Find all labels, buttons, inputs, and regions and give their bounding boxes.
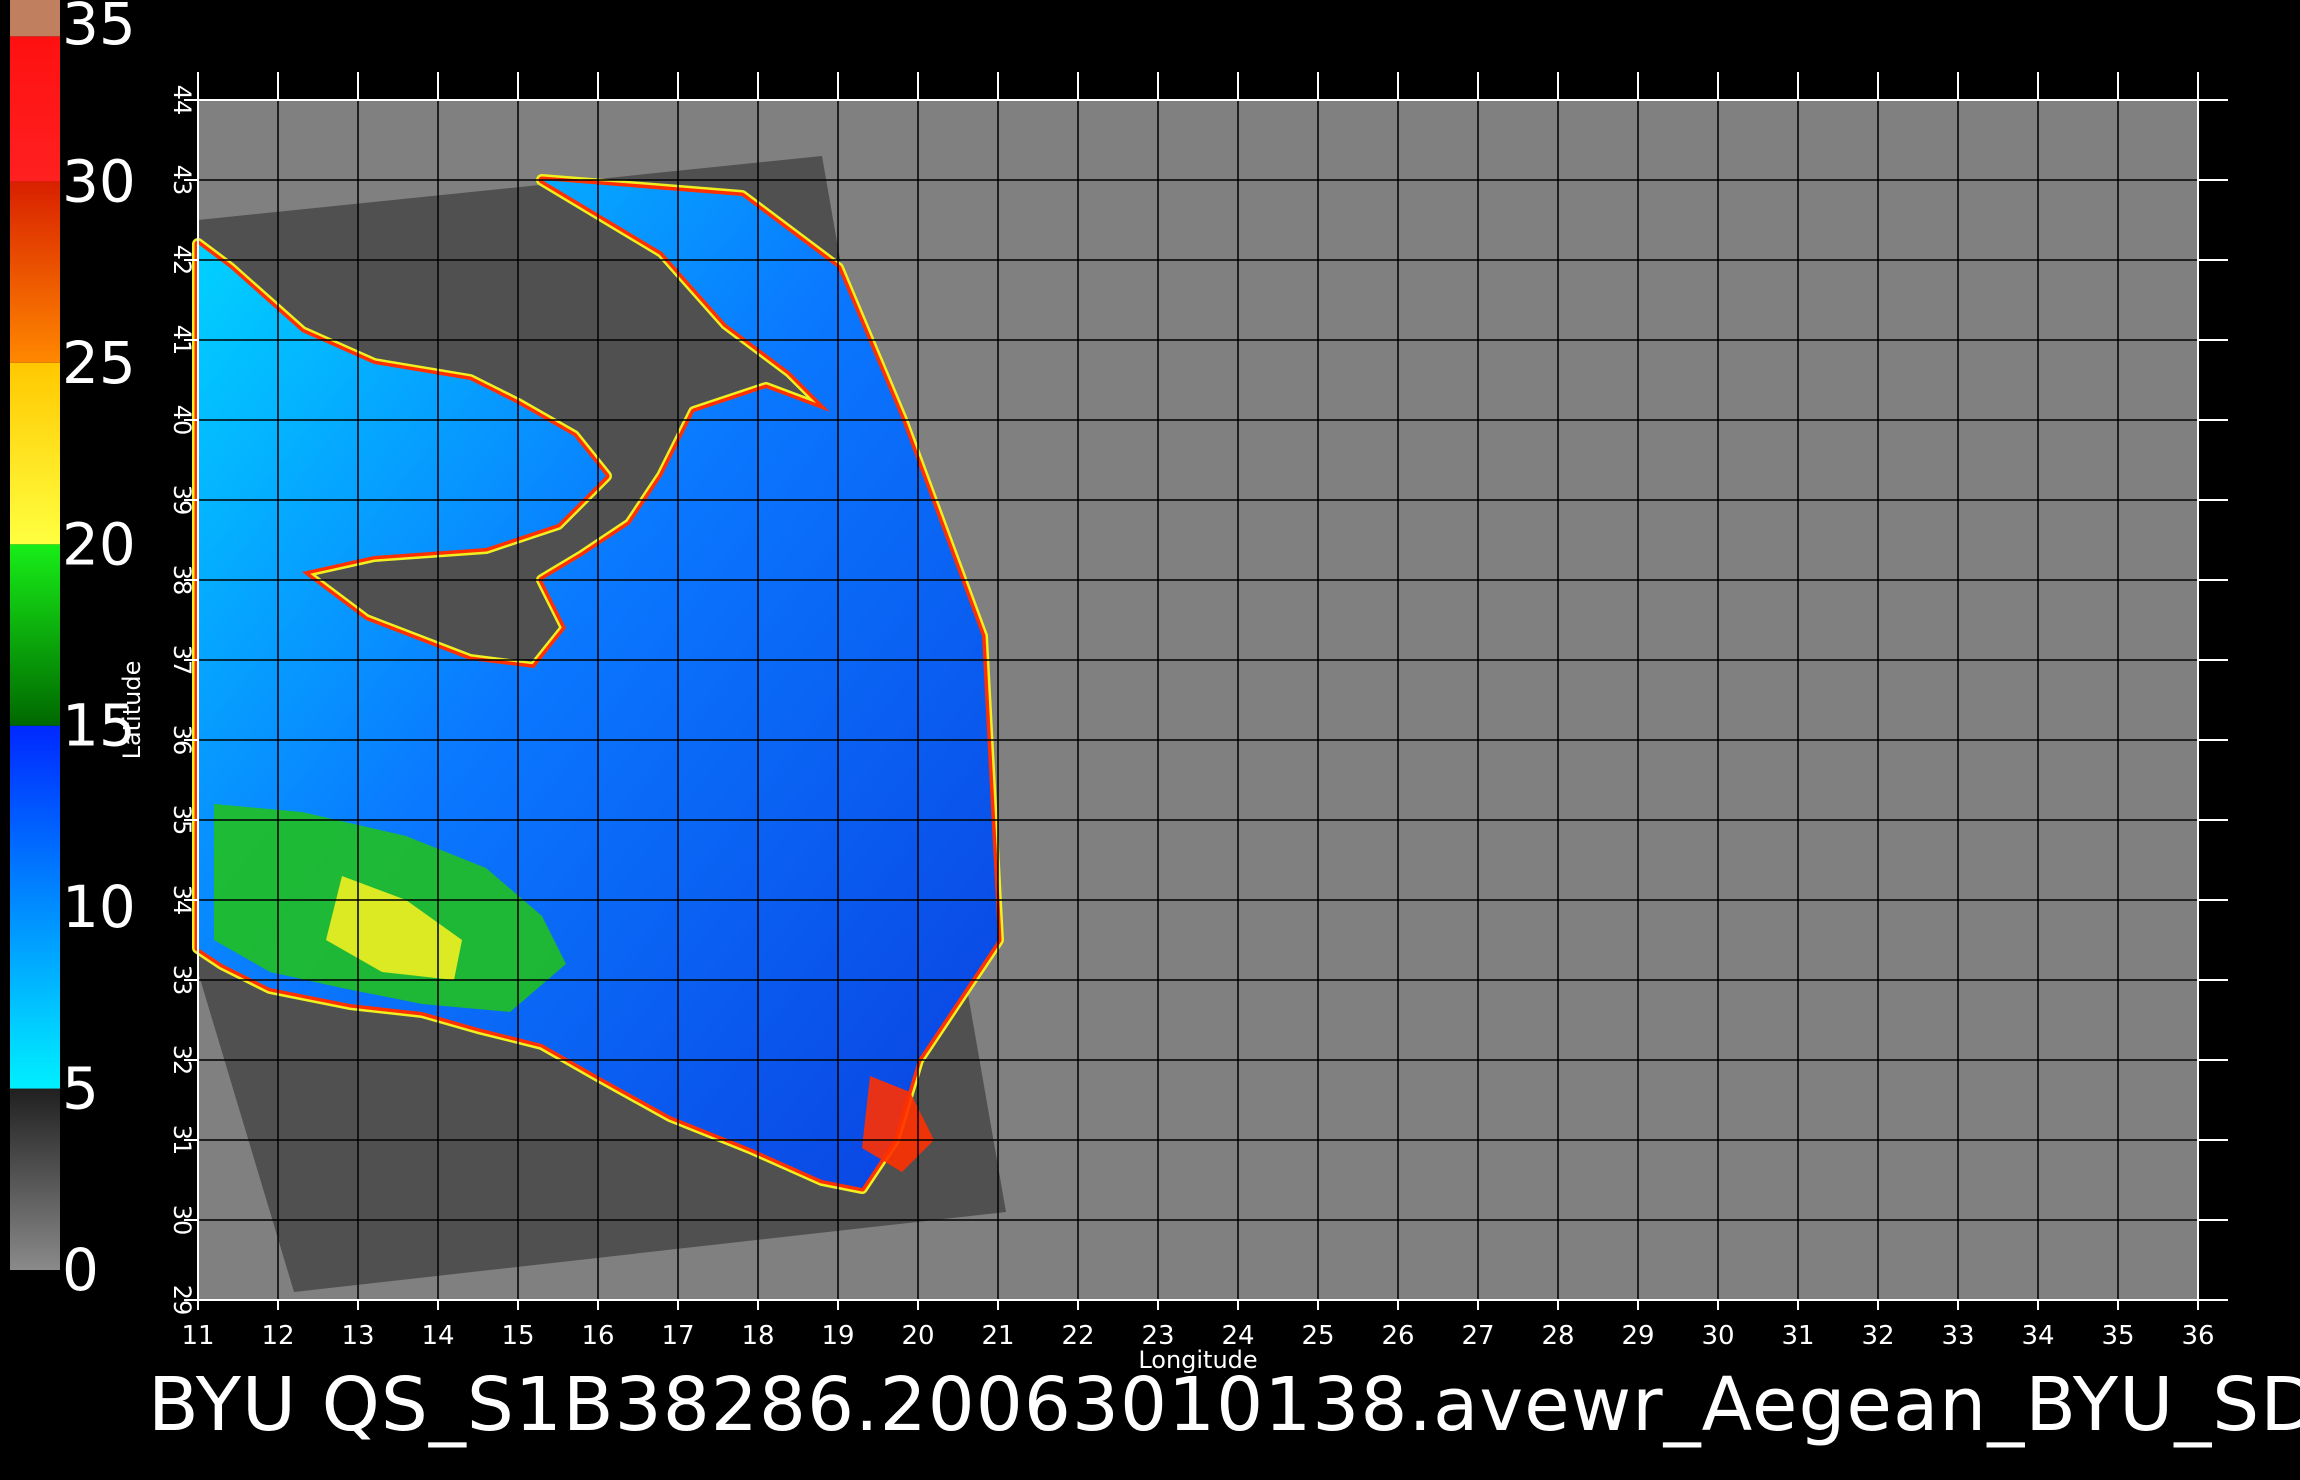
x-tick-label: 27 (1461, 1321, 1494, 1351)
x-tick-label: 18 (741, 1321, 774, 1351)
x-tick-label: 19 (821, 1321, 854, 1351)
x-tick-label: 16 (581, 1321, 614, 1351)
x-tick-label: 35 (2101, 1321, 2134, 1351)
y-tick-label: 36 (168, 725, 196, 756)
x-tick-label: 11 (181, 1321, 214, 1351)
colorbar-band (10, 362, 60, 545)
x-tick-label: 25 (1301, 1321, 1334, 1351)
y-tick-label: 44 (168, 85, 196, 116)
y-tick-label: 33 (168, 965, 196, 996)
colorbar-band (10, 181, 60, 363)
x-tick-label: 22 (1061, 1321, 1094, 1351)
y-tick-label: 42 (168, 245, 196, 276)
x-tick-label: 26 (1381, 1321, 1414, 1351)
x-tick-label: 28 (1541, 1321, 1574, 1351)
y-tick-label: 31 (168, 1125, 196, 1156)
x-tick-label: 36 (2181, 1321, 2214, 1351)
x-tick-label: 13 (341, 1321, 374, 1351)
colorbar (10, 0, 60, 1270)
x-tick-label: 14 (421, 1321, 454, 1351)
x-tick-label: 29 (1621, 1321, 1654, 1351)
colorbar-label: 35 (62, 0, 136, 58)
colorbar-label: 0 (62, 1236, 99, 1304)
colorbar-band (10, 0, 60, 37)
colorbar-band (10, 544, 60, 726)
colorbar-band (10, 725, 60, 1089)
x-tick-label: 30 (1701, 1321, 1734, 1351)
x-tick-label: 15 (501, 1321, 534, 1351)
y-tick-label: 35 (168, 805, 196, 836)
wind-map-figure: 35302520151050 11 12 13 14 15 16 17 18 19 20 21 22 2… (10, 0, 2228, 1374)
x-tick-label: 32 (1861, 1321, 1894, 1351)
y-tick-label: 43 (168, 165, 196, 196)
y-tick-label: 40 (168, 405, 196, 436)
y-tick-label: 41 (168, 325, 196, 356)
y-tick-label: 38 (168, 565, 196, 596)
colorbar-label: 25 (62, 329, 136, 397)
colorbar-label: 30 (62, 147, 136, 215)
x-tick-label: 31 (1781, 1321, 1814, 1351)
x-tick-label: 12 (261, 1321, 294, 1351)
colorbar-band (10, 1088, 60, 1270)
colorbar-label: 5 (62, 1055, 99, 1123)
x-tick-label: 33 (1941, 1321, 1974, 1351)
y-tick-label: 37 (168, 645, 196, 676)
x-tick-label: 21 (981, 1321, 1014, 1351)
y-tick-label: 32 (168, 1045, 196, 1076)
colorbar-labels: 35302520151050 (62, 0, 136, 1304)
x-tick-label: 34 (2021, 1321, 2054, 1351)
y-tick-label: 34 (168, 885, 196, 916)
x-tick-label: 20 (901, 1321, 934, 1351)
y-tick-label: 30 (168, 1205, 196, 1236)
colorbar-band (10, 36, 60, 182)
y-tick-label: 29 (168, 1285, 196, 1316)
colorbar-label: 10 (62, 873, 136, 941)
colorbar-label: 20 (62, 510, 136, 578)
x-tick-label: 17 (661, 1321, 694, 1351)
y-axis-label: Latitude (118, 661, 146, 760)
figure-title: BYU QS_S1B38286.20063010138.avewr_Aegean… (148, 1362, 2300, 1448)
y-tick-label: 39 (168, 485, 196, 516)
